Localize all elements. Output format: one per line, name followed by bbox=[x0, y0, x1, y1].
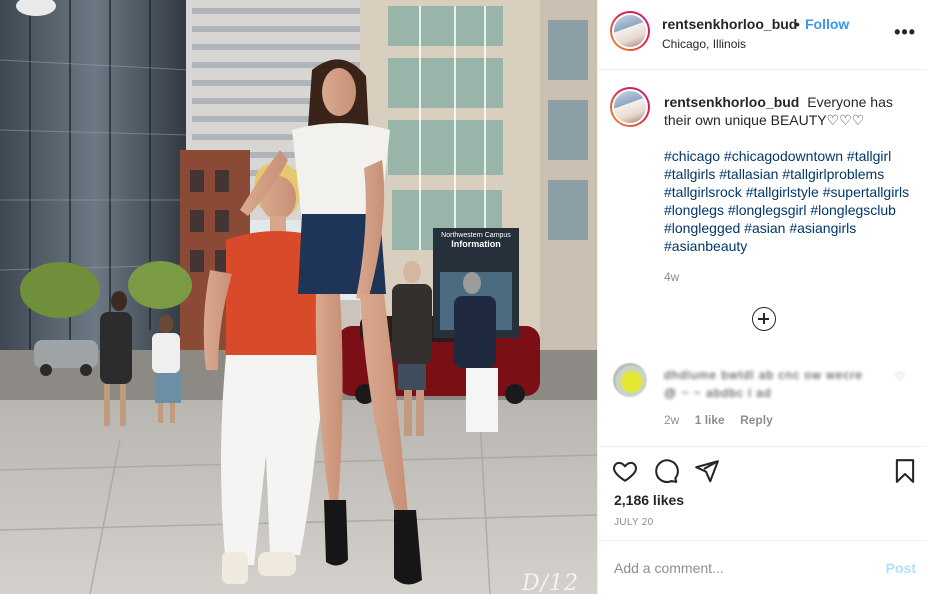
more-options-icon[interactable]: ••• bbox=[894, 22, 916, 43]
comment-icon[interactable] bbox=[653, 458, 679, 484]
add-comment-input[interactable] bbox=[614, 558, 864, 578]
caption-time[interactable]: 4w bbox=[664, 270, 679, 284]
comment-text-blurred: dhdlume bwtdl ab cnc ow wecre @ ~ ~ abdb… bbox=[664, 368, 864, 400]
bookmark-icon[interactable] bbox=[892, 458, 918, 484]
load-more-comments-icon[interactable] bbox=[752, 307, 776, 331]
action-bar bbox=[598, 446, 927, 491]
comment-meta: 2w 1 like Reply bbox=[664, 413, 773, 427]
caption-username[interactable]: rentsenkhorloo_bud bbox=[664, 94, 799, 110]
post-side-panel: rentsenkhorloo_bud • Follow Chicago, Ill… bbox=[597, 0, 927, 594]
comment-likes[interactable]: 1 like bbox=[695, 413, 725, 427]
add-comment-bar: Post bbox=[598, 540, 927, 594]
likes-count[interactable]: 2,186 likes bbox=[614, 492, 684, 508]
reply-button[interactable]: Reply bbox=[740, 413, 773, 427]
post-comment-button[interactable]: Post bbox=[886, 560, 916, 576]
comment-like-icon[interactable]: ♡ bbox=[895, 370, 905, 383]
sign-line1: Northwestern Campus bbox=[441, 232, 511, 239]
follow-button[interactable]: Follow bbox=[805, 16, 849, 32]
share-icon[interactable] bbox=[694, 458, 720, 484]
separator-dot: • bbox=[795, 16, 800, 32]
post-date[interactable]: JULY 20 bbox=[614, 517, 654, 528]
post-caption: rentsenkhorloo_bud Everyone has their ow… bbox=[664, 93, 914, 129]
photo-watermark: D/12 bbox=[521, 571, 579, 594]
post-header: rentsenkhorloo_bud • Follow Chicago, Ill… bbox=[598, 0, 927, 70]
heart-icon[interactable] bbox=[612, 458, 638, 484]
caption-hashtags[interactable]: #chicago #chicagodowntown #tallgirl #tal… bbox=[664, 147, 914, 255]
sign-line2: Information bbox=[451, 239, 501, 249]
post-location[interactable]: Chicago, Illinois bbox=[662, 37, 746, 51]
street-scene-image: Northwestern Campus Information bbox=[0, 0, 597, 594]
post-photo[interactable]: Northwestern Campus Information D/12 bbox=[0, 0, 597, 594]
comment-time[interactable]: 2w bbox=[664, 413, 679, 427]
caption-author-avatar[interactable] bbox=[610, 87, 650, 127]
author-username[interactable]: rentsenkhorloo_bud bbox=[662, 16, 797, 32]
author-avatar[interactable] bbox=[610, 11, 650, 51]
commenter-avatar[interactable] bbox=[613, 363, 647, 397]
